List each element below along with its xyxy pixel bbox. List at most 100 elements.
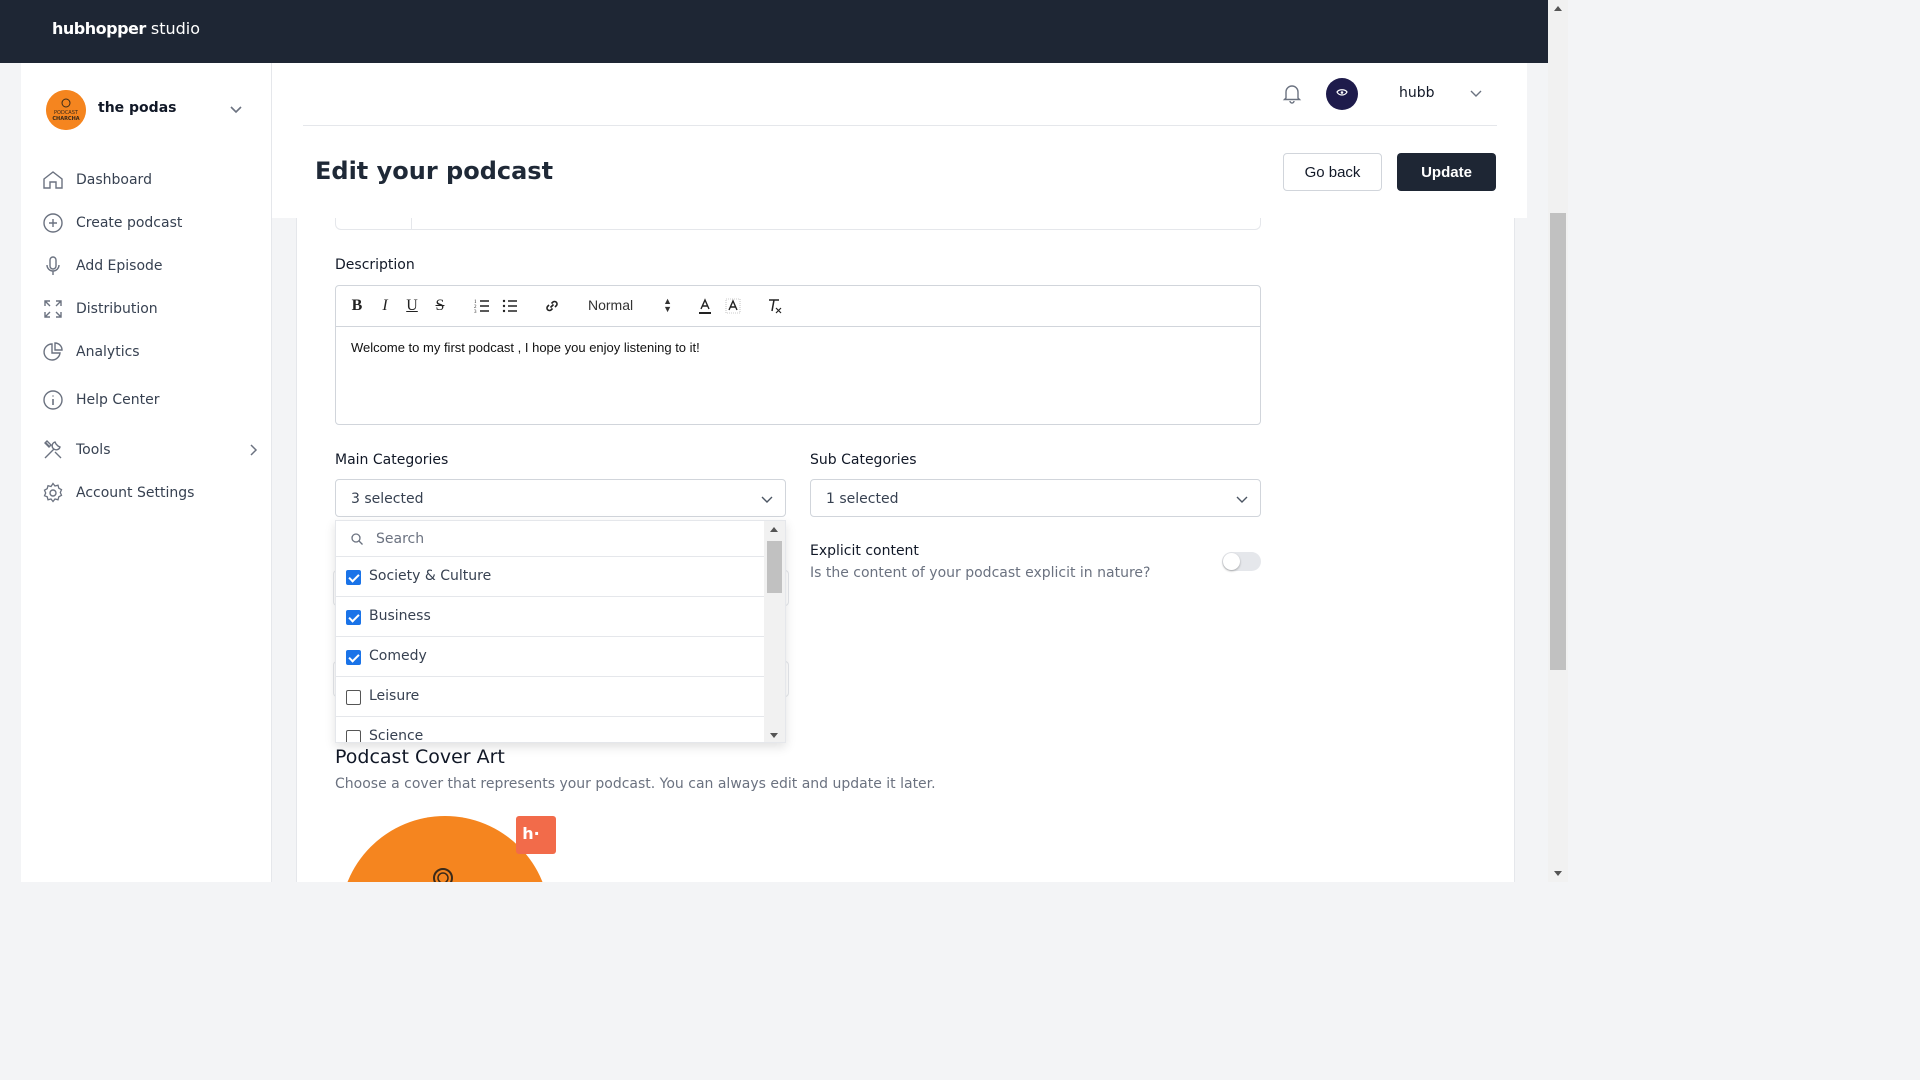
editor-toolbar: B I U S 123 Normal ▲ ▼ [336,286,1260,327]
podcast-avatar: PODCAST CHARCHA [46,90,86,130]
info-icon [43,390,63,410]
svg-text:3: 3 [474,310,477,315]
category-checkbox[interactable] [346,730,361,742]
plus-circle-icon [43,213,63,233]
chevron-down-icon[interactable] [1468,85,1484,101]
sidebar-item-analytics[interactable]: Analytics [41,337,261,367]
description-text[interactable]: Welcome to my first podcast , I hope you… [351,340,700,355]
tools-icon [44,440,62,459]
list-item[interactable]: Comedy [336,637,766,677]
bell-icon[interactable] [1280,81,1304,105]
scroll-thumb[interactable] [767,541,782,593]
sidebar-item-label: Dashboard [76,172,152,188]
text-color-icon[interactable] [696,297,714,315]
category-name: Society & Culture [369,568,492,584]
sidebar-item-distribution[interactable]: Distribution [41,294,261,324]
text-size-value: Normal [588,297,634,313]
category-name: Leisure [369,688,420,704]
scroll-up-icon[interactable] [770,527,778,532]
podcast-logo-line2: CHARCHA [52,116,79,122]
main-categories-select[interactable]: 3 selected [335,479,786,517]
expand-icon [44,300,62,318]
category-checkbox[interactable] [346,650,361,665]
category-name: Science [369,728,424,743]
list-item[interactable]: Leisure [336,677,766,717]
podcast-switcher[interactable]: PODCAST CHARCHA the podas [46,90,246,130]
category-checkbox[interactable] [346,610,361,625]
sub-categories-select[interactable]: 1 selected [810,479,1261,517]
strikethrough-icon[interactable]: S [431,297,449,315]
scroll-thumb[interactable] [1550,213,1566,670]
brand-logo[interactable]: hubhopper studio [52,19,200,38]
edit-form: Description B I U S 123 Normal ▲ ▼ Welcom… [296,208,1515,882]
main-categories-label: Main Categories [335,452,449,468]
go-back-button[interactable]: Go back [1283,153,1382,191]
explicit-content-description: Is the content of your podcast explicit … [810,565,1151,581]
main-categories-dropdown: Society & Culture Business Comedy Leisur… [335,520,786,743]
user-logo-icon [1336,89,1348,96]
sidebar-item-label: Create podcast [76,215,183,231]
sidebar-item-label: Analytics [76,344,140,360]
category-name: Comedy [369,648,427,664]
sidebar-item-create-podcast[interactable]: Create podcast [41,208,261,238]
list-item[interactable]: Society & Culture [336,557,766,597]
sidebar-item-label: Distribution [76,301,158,317]
sidebar-item-label: Add Episode [76,258,163,274]
text-size-select[interactable]: Normal ▲ ▼ [588,297,672,315]
dropdown-search [336,521,766,557]
chevron-down-icon [761,496,773,503]
explicit-toggle[interactable] [1222,552,1261,571]
bold-icon[interactable]: B [348,297,366,315]
sub-categories-label: Sub Categories [810,452,917,468]
sidebar-item-tools[interactable]: Tools [41,435,261,465]
up-down-arrows-icon: ▲ ▼ [663,296,672,314]
category-checkbox[interactable] [346,690,361,705]
pie-chart-icon [43,342,63,361]
italic-icon[interactable]: I [376,297,394,315]
ordered-list-icon[interactable]: 123 [473,297,491,315]
sidebar: PODCAST CHARCHA the podas Dashboard Crea… [21,63,272,882]
sidebar-item-label: Help Center [76,392,160,408]
sidebar-item-account-settings[interactable]: Account Settings [41,478,261,508]
toggle-knob [1223,553,1240,570]
search-input[interactable] [376,529,756,549]
brand-logo-bold: hubhopper [52,19,146,38]
category-checkbox[interactable] [346,570,361,585]
microphone-icon [46,256,60,275]
scroll-down-icon[interactable] [1554,871,1562,876]
search-icon [351,533,363,545]
explicit-content-title: Explicit content [810,543,919,559]
sidebar-item-dashboard[interactable]: Dashboard [41,165,261,195]
update-button[interactable]: Update [1397,153,1496,191]
home-icon [43,171,63,189]
link-icon[interactable] [543,297,561,315]
list-item[interactable]: Business [336,597,766,637]
podcast-name: the podas [98,100,177,116]
page-title: Edit your podcast [315,157,554,185]
user-name[interactable]: hubb [1399,85,1435,101]
avatar[interactable] [1326,78,1358,110]
description-editor: B I U S 123 Normal ▲ ▼ Welcome to my firs… [335,285,1261,425]
list-item[interactable]: Science [336,717,766,743]
dropdown-scrollbar[interactable] [764,521,785,742]
page-scrollbar[interactable] [1548,0,1568,882]
cover-art-title: Podcast Cover Art [335,746,505,768]
main-header: hubb Edit your podcast Go back Update [272,63,1527,218]
cover-art-description: Choose a cover that represents your podc… [335,776,936,792]
sidebar-item-label: Account Settings [76,485,195,501]
sidebar-item-help-center[interactable]: Help Center [41,385,261,415]
chevron-down-icon [1236,496,1248,503]
top-bar: hubhopper studio [0,0,1548,63]
background-color-icon[interactable] [724,297,742,315]
chevron-down-icon[interactable] [227,100,245,118]
clear-format-icon[interactable] [765,297,783,315]
underline-icon[interactable]: U [403,297,421,315]
sidebar-item-add-episode[interactable]: Add Episode [41,251,261,281]
bullet-list-icon[interactable] [501,297,519,315]
cover-art-image[interactable]: h· [335,816,560,882]
description-label: Description [335,257,415,273]
scroll-down-icon[interactable] [770,733,778,738]
scroll-up-icon[interactable] [1554,6,1562,11]
header-divider [303,125,1497,126]
hubhopper-badge-icon: h· [522,824,539,843]
